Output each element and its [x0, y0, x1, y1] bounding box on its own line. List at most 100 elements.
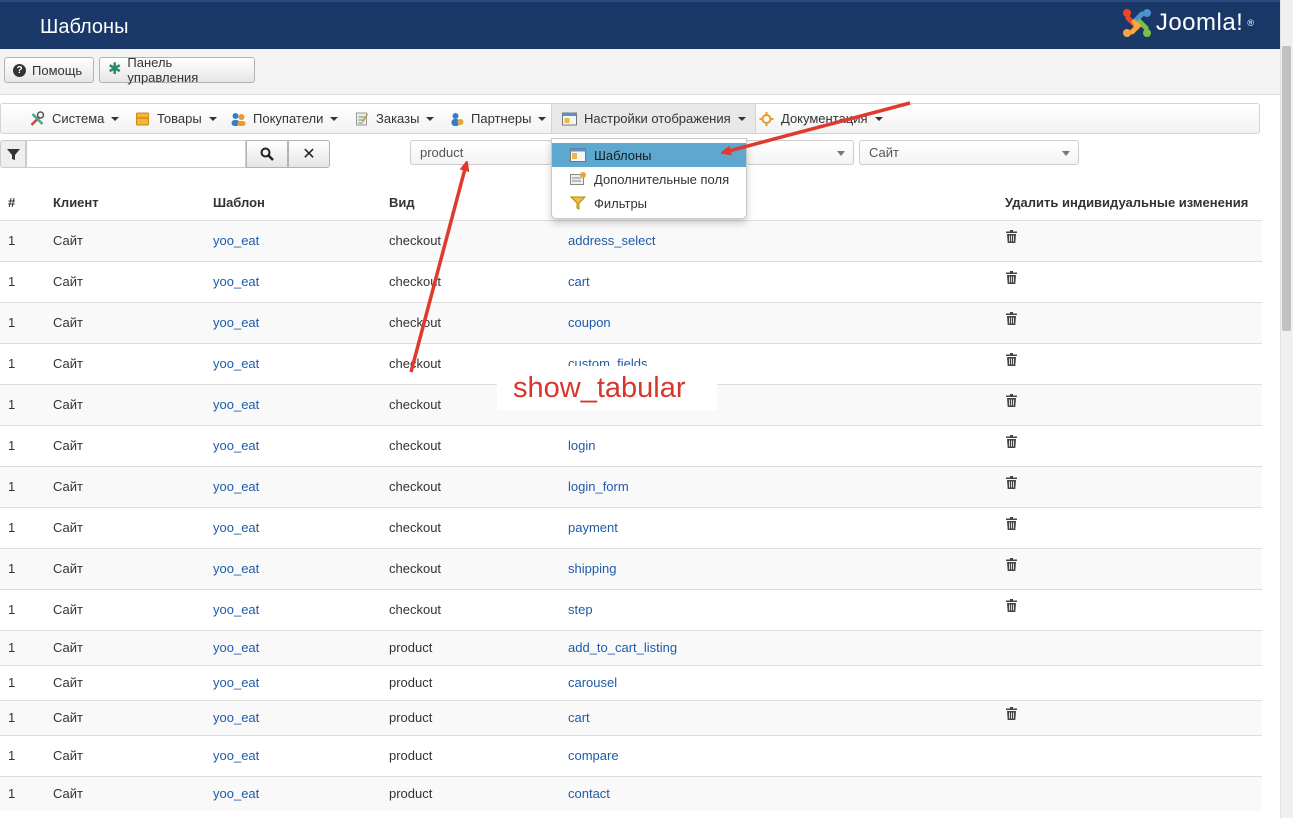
- client-select-value: Сайт: [869, 145, 899, 160]
- trash-icon[interactable]: [1006, 270, 1017, 284]
- joomla-logo[interactable]: Joomla! ®: [1122, 8, 1254, 38]
- cell-template-link[interactable]: yoo_eat: [213, 315, 259, 330]
- cell-template-link[interactable]: yoo_eat: [213, 233, 259, 248]
- cell-file-link[interactable]: compare: [568, 748, 619, 763]
- col-template[interactable]: Шаблон: [213, 186, 389, 221]
- cell-view: checkout: [389, 424, 568, 466]
- cell-template-link[interactable]: yoo_eat: [213, 356, 259, 371]
- orders-icon: [356, 112, 369, 125]
- cell-file-link[interactable]: shipping: [568, 561, 616, 576]
- trash-icon[interactable]: [1006, 475, 1017, 489]
- scrollbar[interactable]: [1280, 0, 1293, 818]
- cell-file-link[interactable]: login: [568, 438, 595, 453]
- col-delete-changes[interactable]: Удалить индивидуальные изменения: [1005, 186, 1262, 221]
- client-select[interactable]: Сайт: [859, 140, 1079, 165]
- cell-template-link[interactable]: yoo_eat: [213, 675, 259, 690]
- menu-item-documentation[interactable]: Документация: [758, 104, 883, 133]
- table-row: 1 Сайт yoo_eat checkout login: [0, 424, 1262, 466]
- cell-file-link[interactable]: cart: [568, 710, 590, 725]
- col-number[interactable]: #: [0, 186, 53, 221]
- cell-delete: [1005, 301, 1262, 343]
- menu-item-partners[interactable]: Партнеры: [448, 104, 547, 133]
- cell-view-text: checkout: [389, 479, 442, 494]
- cell-template-link[interactable]: yoo_eat: [213, 438, 259, 453]
- help-button[interactable]: ? Помощь: [4, 57, 94, 83]
- cell-template: yoo_eat: [213, 342, 389, 384]
- dropdown-item-extra-fields[interactable]: Дополнительные поля: [552, 167, 746, 191]
- cell-number-text: 1: [8, 561, 16, 576]
- cell-template-link[interactable]: yoo_eat: [213, 710, 259, 725]
- display-settings-dropdown: Шаблоны Дополнительные поля Фильтры: [551, 138, 747, 219]
- filter-toggle[interactable]: [0, 140, 26, 168]
- cell-template-link[interactable]: yoo_eat: [213, 786, 259, 801]
- cell-view: product: [389, 734, 568, 776]
- cell-view: product: [389, 629, 568, 665]
- trash-icon[interactable]: [1006, 557, 1017, 571]
- chevron-down-icon: [330, 116, 339, 121]
- menu-item-system[interactable]: Система: [29, 104, 120, 133]
- col-client[interactable]: Клиент: [53, 186, 213, 221]
- menu-item-orders[interactable]: Заказы: [353, 104, 435, 133]
- cell-template-link[interactable]: yoo_eat: [213, 748, 259, 763]
- cell-file-link[interactable]: login_form: [568, 479, 629, 494]
- cell-view: checkout: [389, 301, 568, 343]
- cell-file-link[interactable]: step: [568, 602, 593, 617]
- cell-template: yoo_eat: [213, 219, 389, 261]
- search-button[interactable]: [246, 140, 288, 168]
- extra-select[interactable]: [746, 140, 854, 165]
- cell-number: 1: [0, 699, 53, 735]
- cell-number-text: 1: [8, 438, 16, 453]
- menu-item-label: Настройки отображения: [584, 111, 731, 126]
- cell-file-link[interactable]: carousel: [568, 675, 617, 690]
- scrollbar-thumb[interactable]: [1282, 46, 1291, 331]
- cell-view-text: product: [389, 786, 433, 802]
- cell-file-link[interactable]: coupon: [568, 315, 611, 330]
- cell-file-link[interactable]: payment: [568, 520, 618, 535]
- question-icon: ?: [13, 63, 26, 77]
- trash-icon[interactable]: [1006, 352, 1017, 366]
- menu-item-display-settings[interactable]: Настройки отображения: [551, 104, 756, 133]
- trash-icon[interactable]: [1006, 434, 1017, 448]
- cell-template-link[interactable]: yoo_eat: [213, 561, 259, 576]
- cell-client-text: Сайт: [53, 561, 83, 576]
- cell-client-text: Сайт: [53, 602, 83, 617]
- search-input[interactable]: [26, 140, 246, 168]
- cell-template-link[interactable]: yoo_eat: [213, 520, 259, 535]
- cell-file-link[interactable]: add_to_cart_listing: [568, 640, 677, 655]
- cell-template-link[interactable]: yoo_eat: [213, 274, 259, 289]
- joomla-logo-icon: [1122, 9, 1151, 37]
- cell-client-text: Сайт: [53, 748, 83, 763]
- type-select-value: product: [420, 145, 464, 160]
- menu-item-label: Система: [52, 111, 105, 126]
- cell-template-link[interactable]: yoo_eat: [213, 397, 259, 412]
- trash-icon[interactable]: [1006, 229, 1017, 243]
- trash-icon[interactable]: [1006, 393, 1017, 407]
- type-select[interactable]: product: [410, 140, 552, 165]
- cell-file-link[interactable]: cart: [568, 274, 590, 289]
- dropdown-item-templates[interactable]: Шаблоны: [552, 143, 746, 167]
- col-view[interactable]: Вид: [389, 186, 568, 221]
- trash-icon[interactable]: [1006, 706, 1017, 720]
- trash-icon[interactable]: [1006, 311, 1017, 325]
- cell-number: 1: [0, 506, 53, 548]
- cell-template: yoo_eat: [213, 260, 389, 302]
- cell-view: product: [389, 775, 568, 811]
- cell-file-link[interactable]: address_select: [568, 233, 655, 248]
- cell-number-text: 1: [8, 748, 16, 763]
- cell-view-text: checkout: [389, 561, 442, 576]
- table-row: 1 Сайт yoo_eat product carousel: [0, 664, 1262, 700]
- control-panel-button[interactable]: ✱ Панель управления: [99, 55, 255, 85]
- menu-item-customers[interactable]: Покупатели: [230, 104, 339, 133]
- dropdown-item-filters[interactable]: Фильтры: [552, 191, 746, 215]
- cell-template-link[interactable]: yoo_eat: [213, 602, 259, 617]
- trash-icon[interactable]: [1006, 598, 1017, 612]
- menu-item-products[interactable]: Товары: [134, 104, 217, 133]
- cell-template: yoo_eat: [213, 547, 389, 589]
- cell-template-link[interactable]: yoo_eat: [213, 479, 259, 494]
- clear-search-button[interactable]: ✕: [288, 140, 330, 168]
- cell-file-link[interactable]: contact: [568, 786, 610, 801]
- cell-number-text: 1: [8, 479, 16, 494]
- cell-client-text: Сайт: [53, 438, 83, 453]
- cell-template-link[interactable]: yoo_eat: [213, 640, 259, 655]
- trash-icon[interactable]: [1006, 516, 1017, 530]
